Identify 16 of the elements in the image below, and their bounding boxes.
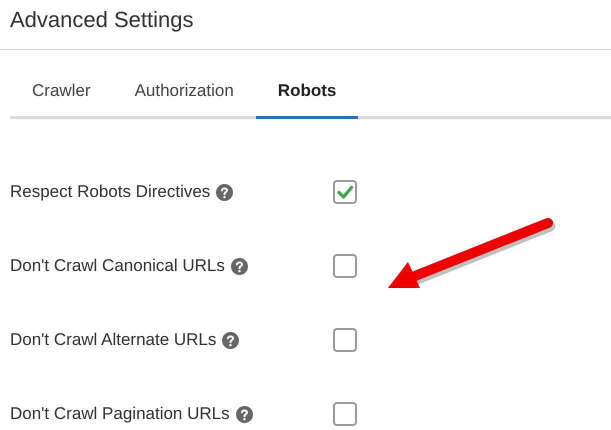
checkbox[interactable] — [333, 254, 357, 278]
setting-label: Don't Crawl Canonical URLs — [10, 256, 225, 276]
setting-label: Don't Crawl Alternate URLs — [10, 330, 216, 350]
page-title: Advanced Settings — [9, 6, 194, 34]
tab[interactable]: Robots — [256, 67, 358, 119]
setting-label: Respect Robots Directives — [10, 182, 210, 202]
checkbox[interactable] — [333, 328, 357, 352]
help-icon[interactable] — [216, 184, 234, 200]
checkbox[interactable] — [333, 402, 357, 426]
help-icon[interactable] — [236, 406, 253, 422]
checkbox[interactable] — [333, 180, 357, 204]
tab[interactable]: Crawler — [10, 67, 113, 119]
help-icon[interactable] — [230, 258, 248, 274]
tab[interactable]: Authorization — [112, 67, 256, 119]
setting-label: Don't Crawl Pagination URLs — [10, 404, 230, 424]
help-icon[interactable] — [222, 332, 240, 348]
